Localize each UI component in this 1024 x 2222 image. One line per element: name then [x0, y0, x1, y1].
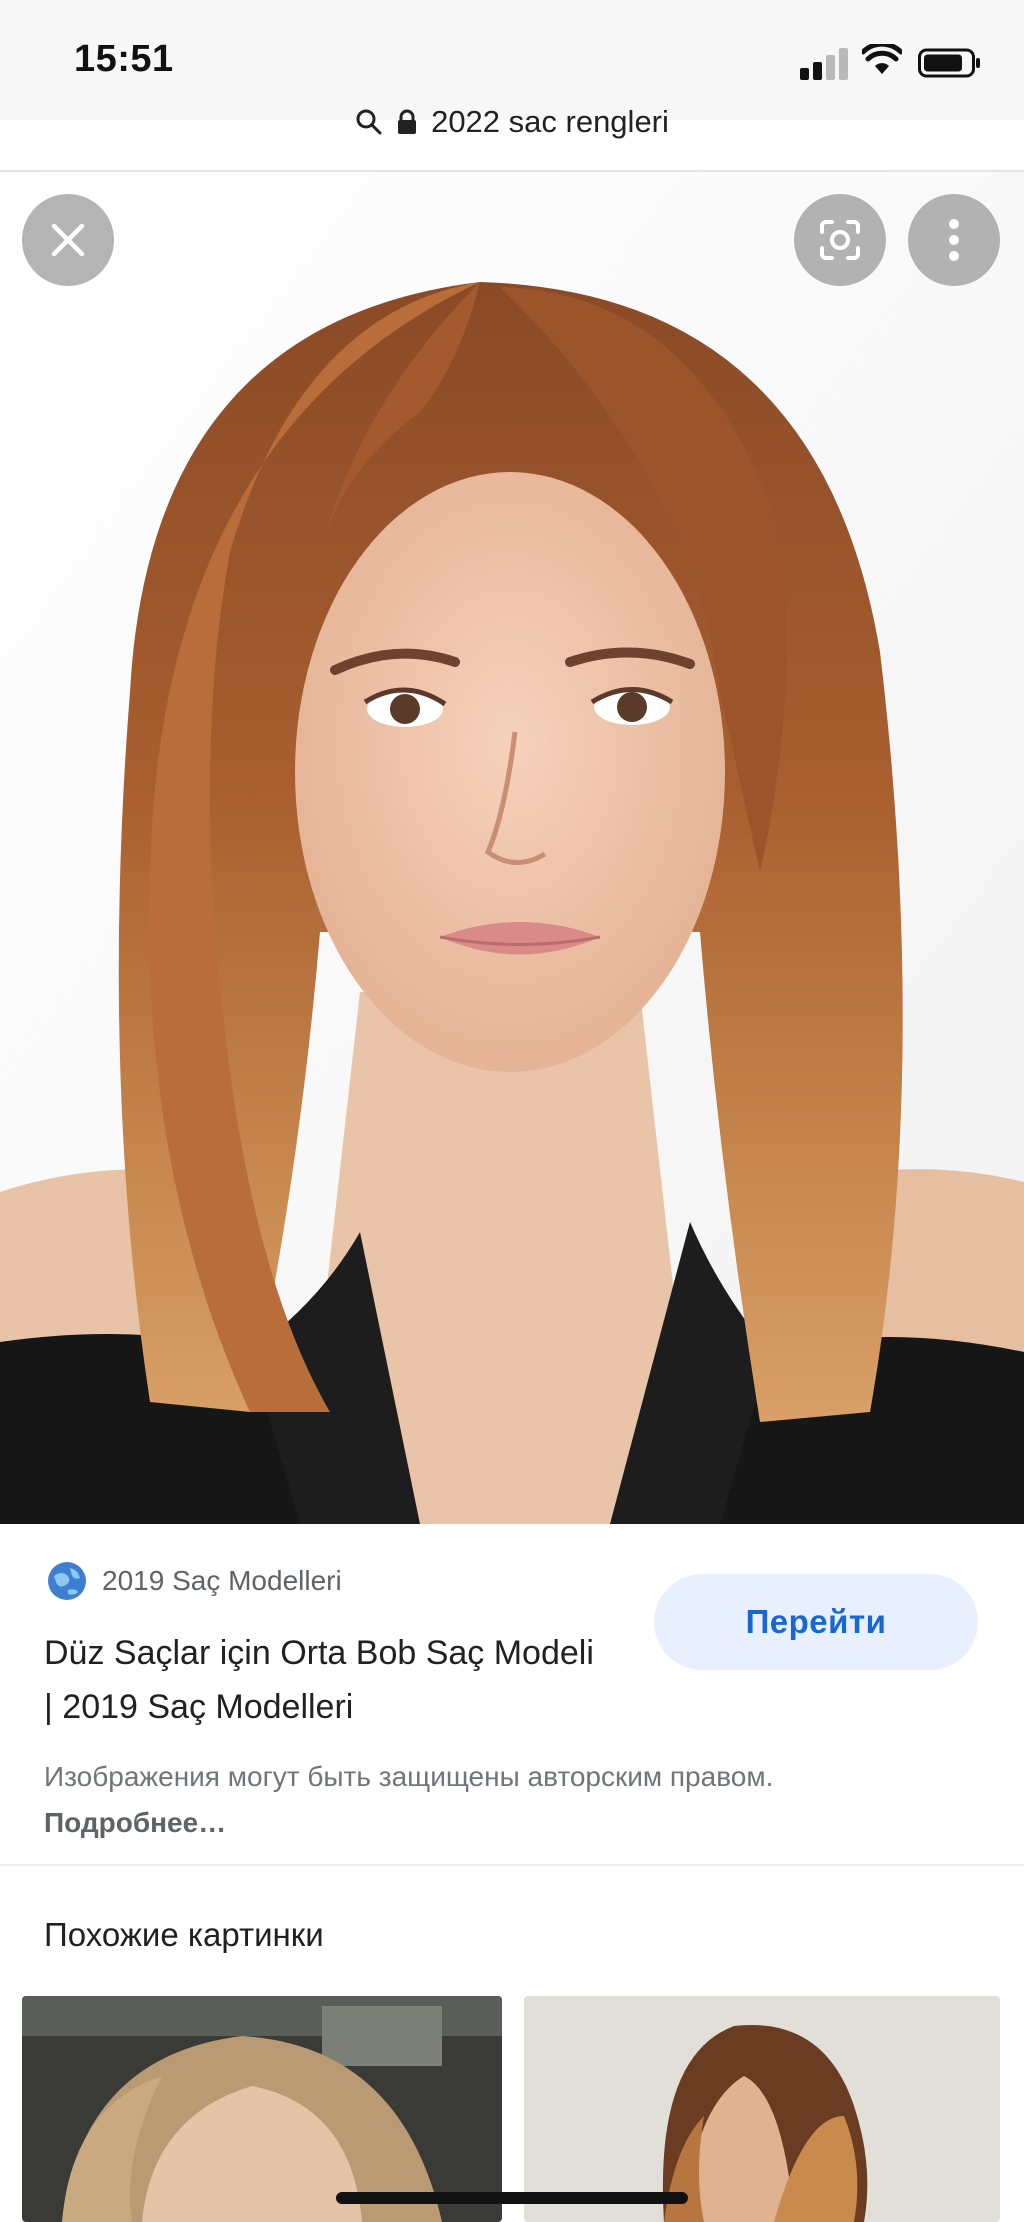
- divider: [0, 1864, 1024, 1866]
- address-bar[interactable]: 2022 sac rengleri: [0, 104, 1024, 160]
- close-icon: [51, 223, 85, 257]
- home-indicator[interactable]: [336, 2192, 688, 2204]
- site-favicon-globe-icon: [48, 1562, 86, 1600]
- address-query: 2022 sac rengleri: [431, 104, 669, 139]
- battery-icon: [918, 48, 980, 78]
- portrait-photo: [0, 172, 1024, 1524]
- visit-button[interactable]: Перейти: [654, 1574, 978, 1670]
- result-title[interactable]: Düz Saçlar için Orta Bob Saç Modeli | 20…: [44, 1626, 604, 1734]
- related-images-heading: Похожие картинки: [44, 1916, 324, 1953]
- related-image-thumbnail[interactable]: [524, 1996, 1000, 2222]
- status-bar: 15:51 2022 sac rengleri: [0, 0, 1024, 139]
- image-preview[interactable]: [0, 172, 1024, 1524]
- source-name: 2019 Saç Modelleri: [102, 1565, 342, 1596]
- google-lens-icon: [820, 220, 860, 260]
- copyright-notice: Изображения могут быть защищены авторски…: [44, 1754, 944, 1846]
- wifi-icon: [862, 44, 902, 74]
- copyright-text: Изображения могут быть защищены авторски…: [44, 1761, 774, 1792]
- status-time: 15:51: [74, 38, 174, 80]
- google-lens-button[interactable]: [794, 194, 886, 286]
- related-image-thumbnail[interactable]: [22, 1996, 502, 2222]
- lock-icon: [398, 109, 417, 134]
- result-info-panel: 2019 Saç Modelleri Düz Saçlar için Orta …: [0, 1524, 1024, 1864]
- more-vert-icon: [949, 219, 959, 261]
- cellular-signal-icon: [800, 46, 850, 80]
- related-photo: [22, 1996, 502, 2222]
- more-options-button[interactable]: [908, 194, 1000, 286]
- more-info-link[interactable]: Подробнее…: [44, 1807, 226, 1838]
- related-photo: [524, 1996, 1000, 2222]
- search-icon: [356, 109, 382, 135]
- source-row[interactable]: 2019 Saç Modelleri: [46, 1560, 342, 1602]
- close-button[interactable]: [22, 194, 114, 286]
